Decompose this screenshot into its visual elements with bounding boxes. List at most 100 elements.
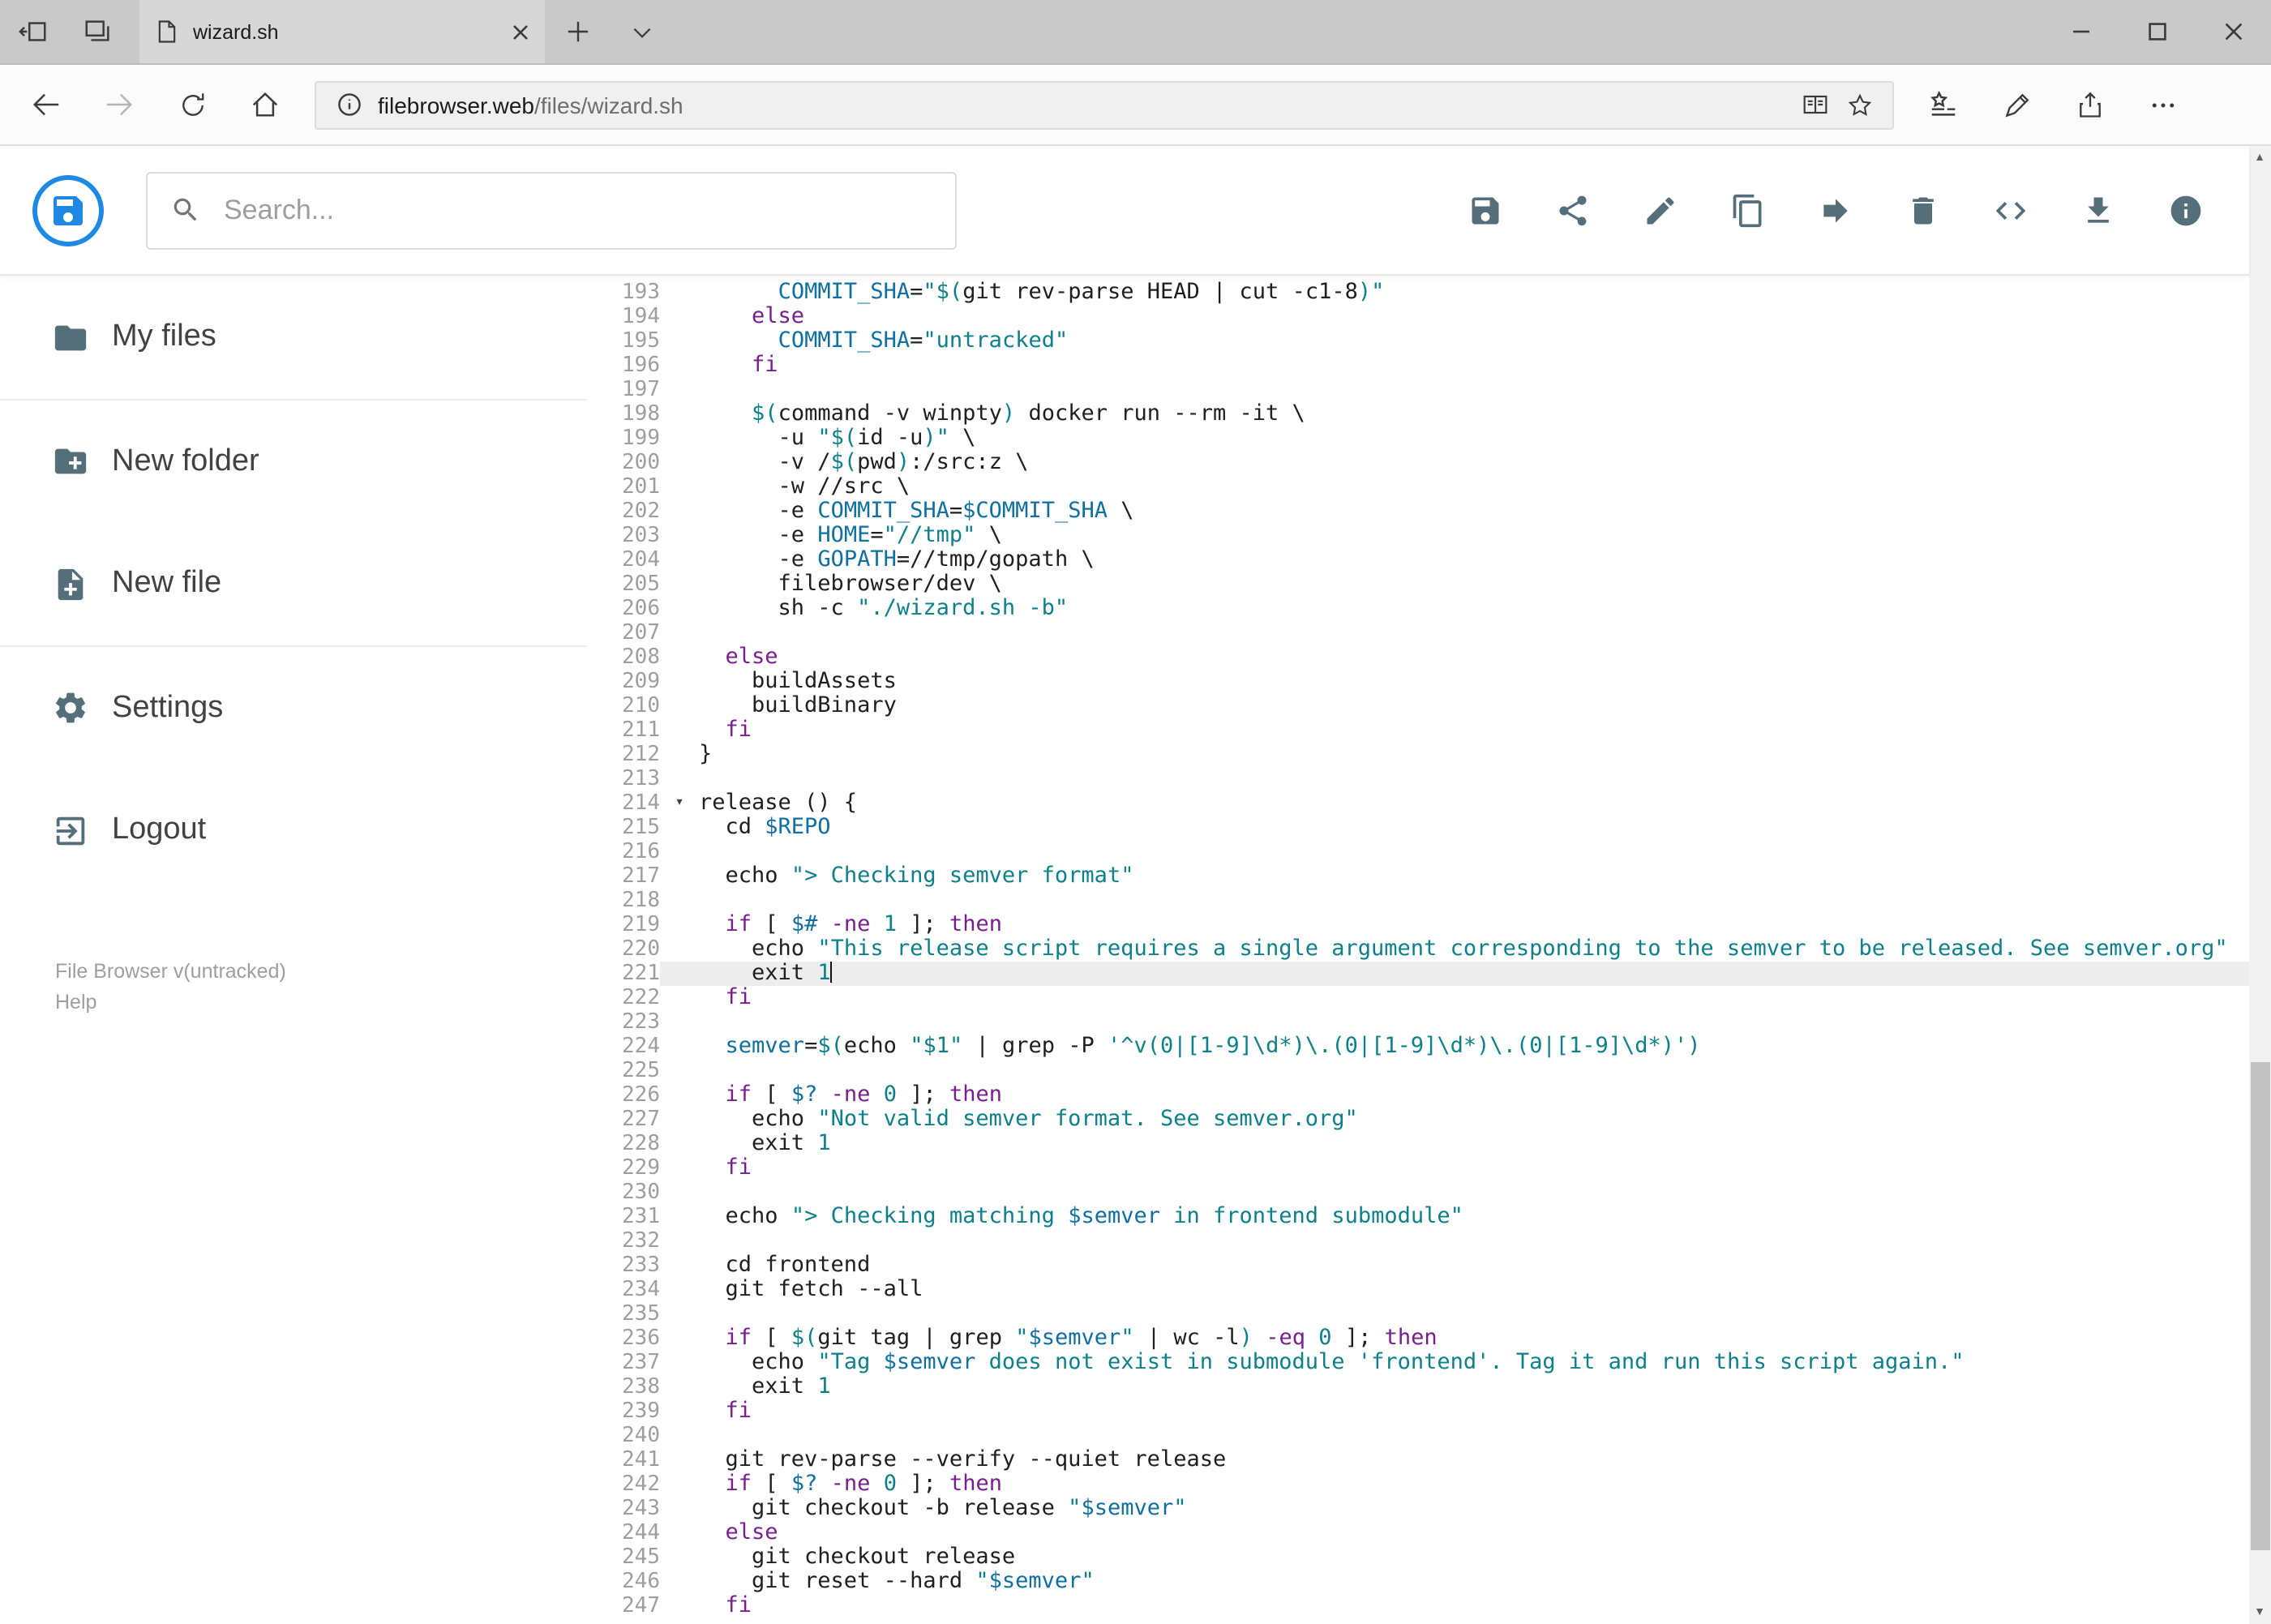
browser-tab[interactable]: wizard.sh (139, 0, 545, 63)
code-text[interactable] (699, 889, 2248, 913)
code-line[interactable]: 195 COMMIT_SHA="untracked" (587, 328, 2248, 354)
code-line[interactable]: 209 buildAssets (587, 669, 2248, 694)
favorite-star-icon[interactable] (1837, 92, 1883, 118)
code-text[interactable] (699, 1424, 2248, 1448)
tab-close-icon[interactable] (512, 24, 529, 40)
code-text[interactable]: -u "$(id -u)" \ (699, 426, 2248, 451)
code-text[interactable]: if [ $? -ne 0 ]; then (699, 1472, 2248, 1497)
sidebar-item-my-files[interactable]: My files (0, 276, 587, 399)
code-line[interactable]: 229 fi (587, 1155, 2248, 1181)
code-line[interactable]: 225 (587, 1059, 2248, 1083)
code-text[interactable]: exit 1 (699, 1374, 2248, 1399)
code-line[interactable]: 202 -e COMMIT_SHA=$COMMIT_SHA \ (587, 499, 2248, 524)
close-icon[interactable] (2195, 0, 2271, 63)
code-line[interactable]: 196 fi (587, 353, 2248, 378)
code-line[interactable]: 231 echo "> Checking matching $semver in… (587, 1204, 2248, 1229)
refresh-icon[interactable] (156, 72, 229, 137)
code-text[interactable] (699, 1229, 2248, 1253)
code-line[interactable]: 228 exit 1 (587, 1131, 2248, 1156)
code-line[interactable]: 243 git checkout -b release "$semver" (587, 1496, 2248, 1521)
raw-code-button[interactable] (1992, 192, 2028, 228)
code-text[interactable]: COMMIT_SHA="untracked" (699, 328, 2248, 354)
code-line[interactable]: 237 echo "Tag $semver does not exist in … (587, 1350, 2248, 1375)
code-text[interactable]: exit 1 (699, 961, 2248, 986)
delete-button[interactable] (1905, 192, 1940, 228)
code-line[interactable]: 246 git reset --hard "$semver" (587, 1569, 2248, 1594)
code-text[interactable]: -e GOPATH=//tmp/gopath \ (699, 547, 2248, 572)
code-text[interactable]: fi (699, 985, 2248, 1010)
code-line[interactable]: 208 else (587, 645, 2248, 670)
address-bar[interactable]: filebrowser.web/files/wizard.sh (315, 80, 1894, 129)
info-button[interactable] (2167, 192, 2203, 228)
code-line[interactable]: 234 git fetch --all (587, 1277, 2248, 1302)
code-editor[interactable]: 193 COMMIT_SHA="$(git rev-parse HEAD | c… (587, 276, 2248, 1624)
help-link[interactable]: Help (55, 988, 587, 1018)
code-text[interactable]: filebrowser/dev \ (699, 572, 2248, 597)
code-text[interactable]: semver=$(echo "$1" | grep -P '^v(0|[1-9]… (699, 1034, 2248, 1059)
code-line[interactable]: 240 (587, 1424, 2248, 1448)
code-line[interactable]: 244 else (587, 1520, 2248, 1545)
search-input[interactable] (221, 192, 932, 228)
code-text[interactable]: -e HOME="//tmp" \ (699, 523, 2248, 548)
code-text[interactable]: COMMIT_SHA="$(git rev-parse HEAD | cut -… (699, 280, 2248, 305)
code-line[interactable]: 212} (587, 742, 2248, 767)
code-line[interactable]: 245 git checkout release (587, 1545, 2248, 1570)
code-line[interactable]: 199 -u "$(id -u)" \ (587, 426, 2248, 451)
code-text[interactable] (699, 378, 2248, 402)
code-line[interactable]: 223 (587, 1010, 2248, 1035)
code-line[interactable]: 227 echo "Not valid semver format. See s… (587, 1107, 2248, 1132)
code-text[interactable] (699, 1181, 2248, 1205)
code-text[interactable]: buildBinary (699, 693, 2248, 718)
code-text[interactable]: fi (699, 1399, 2248, 1424)
code-text[interactable]: exit 1 (699, 1131, 2248, 1156)
code-line[interactable]: 232 (587, 1229, 2248, 1253)
code-text[interactable]: if [ $# -ne 1 ]; then (699, 912, 2248, 937)
code-line[interactable]: 194 else (587, 304, 2248, 329)
code-line[interactable]: 203 -e HOME="//tmp" \ (587, 523, 2248, 548)
code-text[interactable]: git fetch --all (699, 1277, 2248, 1302)
code-line[interactable]: 241 git rev-parse --verify --quiet relea… (587, 1447, 2248, 1472)
code-line[interactable]: 230 (587, 1181, 2248, 1205)
scrollbar-thumb[interactable] (2250, 1062, 2269, 1550)
code-line[interactable]: 216 (587, 840, 2248, 864)
copy-button[interactable] (1729, 192, 1765, 228)
code-line[interactable]: 222 fi (587, 985, 2248, 1010)
code-text[interactable] (699, 840, 2248, 864)
forward-icon[interactable] (83, 72, 156, 137)
tab-preview-chevron-icon[interactable] (610, 0, 675, 63)
code-line[interactable]: 214 ▾ release () { (587, 791, 2248, 816)
code-line[interactable]: 236 if [ $(git tag | grep "$semver" | wc… (587, 1326, 2248, 1351)
code-text[interactable] (699, 1059, 2248, 1083)
code-line[interactable]: 224 semver=$(echo "$1" | grep -P '^v(0|[… (587, 1034, 2248, 1059)
code-text[interactable] (699, 1302, 2248, 1326)
maximize-icon[interactable] (2119, 0, 2195, 63)
minimize-icon[interactable] (2042, 0, 2119, 63)
code-text[interactable] (699, 767, 2248, 791)
code-text[interactable]: buildAssets (699, 669, 2248, 694)
search-bar[interactable] (146, 171, 957, 249)
code-text[interactable]: fi (699, 1155, 2248, 1181)
code-line[interactable]: 239 fi (587, 1399, 2248, 1424)
set-tabs-aside-icon[interactable] (0, 0, 65, 63)
move-button[interactable] (1817, 192, 1853, 228)
code-line[interactable]: 238 exit 1 (587, 1374, 2248, 1399)
code-line[interactable]: 205 filebrowser/dev \ (587, 572, 2248, 597)
code-text[interactable]: else (699, 1520, 2248, 1545)
scroll-down-icon[interactable]: ▼ (2248, 1601, 2271, 1624)
code-text[interactable]: -e COMMIT_SHA=$COMMIT_SHA \ (699, 499, 2248, 524)
sidebar-item-new-folder[interactable]: New folder (0, 399, 587, 522)
fold-arrow-icon[interactable]: ▾ (660, 791, 699, 816)
sidebar-item-new-file[interactable]: New file (0, 522, 587, 645)
code-line[interactable]: 200 -v /$(pwd):/src:z \ (587, 450, 2248, 475)
sidebar-item-logout[interactable]: Logout (0, 769, 587, 892)
code-line[interactable]: 221 exit 1 (587, 961, 2248, 986)
code-text[interactable]: -w //src \ (699, 474, 2248, 499)
code-text[interactable]: if [ $(git tag | grep "$semver" | wc -l)… (699, 1326, 2248, 1351)
code-text[interactable]: git checkout release (699, 1545, 2248, 1570)
code-text[interactable]: echo "Not valid semver format. See semve… (699, 1107, 2248, 1132)
code-line[interactable]: 193 COMMIT_SHA="$(git rev-parse HEAD | c… (587, 280, 2248, 305)
code-text[interactable]: echo "> Checking semver format" (699, 863, 2248, 889)
more-options-icon[interactable] (2126, 72, 2199, 137)
code-line[interactable]: 210 buildBinary (587, 693, 2248, 718)
hub-favorites-icon[interactable] (1907, 72, 1980, 137)
